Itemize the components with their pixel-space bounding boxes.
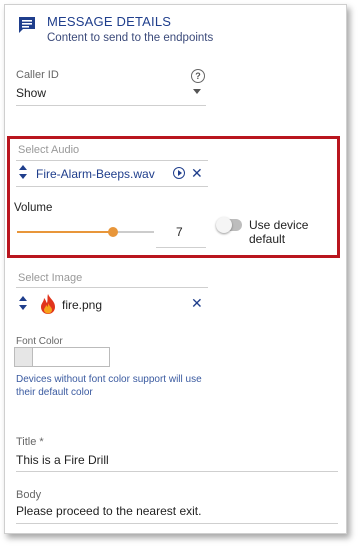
help-icon[interactable]: ? [191,69,205,83]
volume-slider[interactable] [17,227,154,237]
message-details-panel: MESSAGE DETAILS Content to send to the e… [4,4,347,534]
audio-label-underline [16,160,208,161]
remove-audio-icon[interactable]: ✕ [191,166,203,180]
caller-id-underline [16,105,206,106]
volume-slider-fill [17,231,113,233]
font-color-input[interactable] [32,347,110,367]
caller-id-value: Show [16,86,47,100]
audio-file-underline [16,186,208,187]
title-label: Title * [16,436,44,448]
use-device-default-label: Use device default [249,218,309,246]
message-icon [19,17,35,33]
use-device-default-toggle[interactable] [216,217,242,233]
body-label: Body [16,489,42,501]
image-file-name[interactable]: fire.png [62,298,102,312]
select-audio-label: Select Audio [18,144,80,156]
audio-file-link[interactable]: Fire-Alarm-Beeps.wav [36,167,155,181]
sort-icon[interactable] [19,165,27,179]
toggle-knob [216,217,232,233]
sort-icon[interactable] [19,296,27,310]
play-icon[interactable] [173,167,185,179]
select-image-label: Select Image [18,272,83,284]
volume-label: Volume [14,202,53,214]
font-color-swatch[interactable] [14,347,32,367]
title-underline [16,471,338,472]
title-input[interactable]: This is a Fire Drill [16,453,109,467]
section-title: MESSAGE DETAILS [47,14,172,29]
chevron-down-icon [193,89,201,94]
volume-value[interactable]: 7 [176,225,183,239]
body-input[interactable]: Please proceed to the nearest exit. [16,504,201,518]
body-underline [16,523,338,524]
volume-value-underline [156,247,206,248]
font-color-note: Devices without font color support will … [16,374,202,398]
caller-id-label: Caller ID [16,69,59,81]
section-subtitle: Content to send to the endpoints [47,32,214,44]
font-color-label: Font Color [16,336,63,347]
remove-image-icon[interactable]: ✕ [191,296,203,310]
fire-icon [41,294,55,314]
volume-slider-thumb[interactable] [107,227,118,237]
image-label-underline [16,287,208,288]
